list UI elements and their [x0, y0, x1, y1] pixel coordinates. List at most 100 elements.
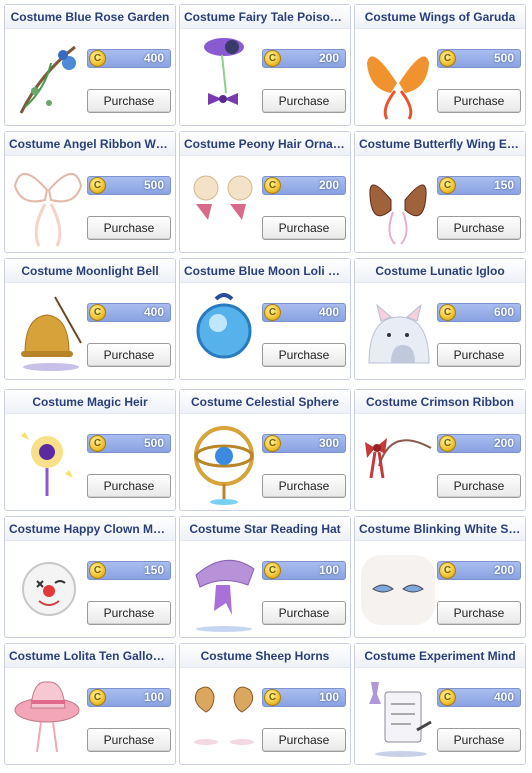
item-name: Costume Lunatic Igloo: [355, 259, 525, 283]
price-bar: C 400: [262, 303, 346, 322]
coin-icon: C: [89, 435, 106, 452]
price-bar: C 500: [87, 434, 171, 453]
coin-icon: C: [439, 562, 456, 579]
purchase-button[interactable]: Purchase: [87, 343, 171, 367]
experiment-mind-icon: [361, 672, 435, 762]
butterfly-wing-ears-icon: [361, 160, 435, 250]
item-name: Costume Blue Moon Loli Ruri: [180, 259, 350, 283]
item-price: 200: [318, 178, 339, 192]
item-name: Costume Experiment Mind: [355, 644, 525, 668]
coin-icon: C: [264, 562, 281, 579]
coin-icon: C: [89, 50, 106, 67]
shop-item-card: Costume Blue Rose Garden C 400 Purchase: [4, 4, 176, 126]
purchase-button[interactable]: Purchase: [262, 601, 346, 625]
item-name: Costume Magic Heir: [5, 390, 175, 414]
price-bar: C 500: [87, 176, 171, 195]
item-price: 500: [493, 51, 514, 65]
shop-item-card: Costume Celestial Sphere C 300 Purchase: [179, 389, 351, 511]
price-bar: C 600: [437, 303, 521, 322]
purchase-button[interactable]: Purchase: [437, 601, 521, 625]
price-bar: C 400: [87, 49, 171, 68]
peony-hair-ornament-icon: [186, 160, 260, 250]
fairy-tale-poison-icon: [186, 33, 260, 123]
coin-icon: C: [89, 562, 106, 579]
star-reading-hat-icon: [186, 545, 260, 635]
blue-rose-garden-icon: [11, 33, 85, 123]
item-name: Costume Angel Ribbon Wings: [5, 132, 175, 156]
coin-icon: C: [264, 304, 281, 321]
purchase-button[interactable]: Purchase: [87, 216, 171, 240]
item-name: Costume Star Reading Hat: [180, 517, 350, 541]
coin-icon: C: [89, 177, 106, 194]
item-price: 600: [493, 305, 514, 319]
purchase-button[interactable]: Purchase: [262, 474, 346, 498]
item-price: 150: [143, 563, 164, 577]
price-bar: C 150: [87, 561, 171, 580]
item-name: Costume Butterfly Wing Ears: [355, 132, 525, 156]
shop-grid: Costume Blue Rose Garden C 400 Purchase Cos…: [0, 0, 532, 773]
item-name: Costume Blinking White Sa...: [355, 517, 525, 541]
shop-item-card: Costume Lolita Ten Gallon H... C 100 Purch…: [4, 643, 176, 765]
item-price: 400: [143, 51, 164, 65]
item-price: 200: [493, 436, 514, 450]
price-bar: C 400: [87, 303, 171, 322]
price-bar: C 500: [437, 49, 521, 68]
purchase-button[interactable]: Purchase: [262, 728, 346, 752]
purchase-button[interactable]: Purchase: [262, 216, 346, 240]
coin-icon: C: [439, 435, 456, 452]
shop-item-card: Costume Magic Heir C 500 Purchase: [4, 389, 176, 511]
price-bar: C 200: [262, 176, 346, 195]
item-name: Costume Crimson Ribbon: [355, 390, 525, 414]
item-name: Costume Peony Hair Ornam...: [180, 132, 350, 156]
purchase-button[interactable]: Purchase: [87, 728, 171, 752]
price-bar: C 300: [262, 434, 346, 453]
moonlight-bell-icon: [11, 287, 85, 377]
item-name: Costume Wings of Garuda: [355, 5, 525, 29]
shop-item-card: Costume Wings of Garuda C 500 Purchase: [354, 4, 526, 126]
price-bar: C 200: [262, 49, 346, 68]
purchase-button[interactable]: Purchase: [437, 343, 521, 367]
item-price: 150: [493, 178, 514, 192]
price-bar: C 100: [87, 688, 171, 707]
price-bar: C 100: [262, 688, 346, 707]
purchase-button[interactable]: Purchase: [262, 343, 346, 367]
shop-item-card: Costume Experiment Mind C 400 Purchase: [354, 643, 526, 765]
angel-ribbon-wings-icon: [11, 160, 85, 250]
shop-item-card: Costume Peony Hair Ornam... C 200 Purchase: [179, 131, 351, 253]
item-price: 100: [318, 690, 339, 704]
item-name: Costume Celestial Sphere: [180, 390, 350, 414]
celestial-sphere-icon: [186, 418, 260, 508]
item-name: Costume Sheep Horns: [180, 644, 350, 668]
shop-item-card: Costume Fairy Tale Poison ... C 200 Purcha…: [179, 4, 351, 126]
shop-item-card: Costume Angel Ribbon Wings C 500 Purchase: [4, 131, 176, 253]
coin-icon: C: [264, 689, 281, 706]
coin-icon: C: [264, 435, 281, 452]
coin-icon: C: [439, 689, 456, 706]
purchase-button[interactable]: Purchase: [87, 601, 171, 625]
purchase-button[interactable]: Purchase: [87, 89, 171, 113]
item-price: 200: [318, 51, 339, 65]
purchase-button[interactable]: Purchase: [262, 89, 346, 113]
purchase-button[interactable]: Purchase: [437, 474, 521, 498]
coin-icon: C: [264, 50, 281, 67]
item-name: Costume Lolita Ten Gallon H...: [5, 644, 175, 668]
sheep-horns-icon: [186, 672, 260, 762]
price-bar: C 150: [437, 176, 521, 195]
purchase-button[interactable]: Purchase: [437, 728, 521, 752]
coin-icon: C: [89, 304, 106, 321]
shop-item-card: Costume Crimson Ribbon C 200 Purchase: [354, 389, 526, 511]
shop-item-card: Costume Sheep Horns C 100 Purchase: [179, 643, 351, 765]
coin-icon: C: [439, 50, 456, 67]
item-price: 500: [143, 436, 164, 450]
item-name: Costume Moonlight Bell: [5, 259, 175, 283]
item-price: 100: [318, 563, 339, 577]
lunatic-igloo-icon: [361, 287, 435, 377]
item-price: 200: [493, 563, 514, 577]
purchase-button[interactable]: Purchase: [87, 474, 171, 498]
price-bar: C 200: [437, 561, 521, 580]
purchase-button[interactable]: Purchase: [437, 89, 521, 113]
purchase-button[interactable]: Purchase: [437, 216, 521, 240]
item-price: 500: [143, 178, 164, 192]
crimson-ribbon-icon: [361, 418, 435, 508]
item-price: 400: [493, 690, 514, 704]
